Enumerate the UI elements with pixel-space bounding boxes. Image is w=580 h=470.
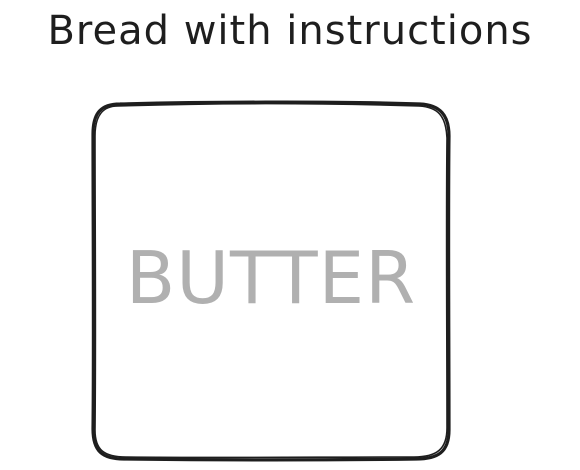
butter-label: BUTTER	[126, 236, 416, 320]
bread-diagram: BUTTER	[91, 100, 451, 462]
